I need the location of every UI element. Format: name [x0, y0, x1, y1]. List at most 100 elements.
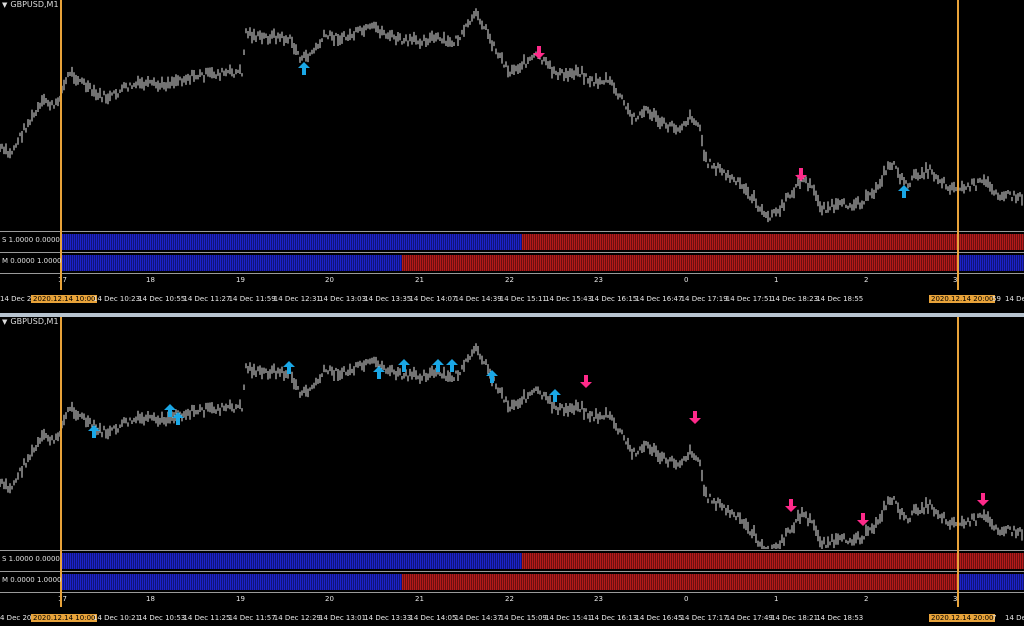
bull-bar [454, 553, 456, 569]
bear-bar [540, 553, 542, 569]
bear-bar [810, 574, 812, 590]
bear-bar [950, 234, 952, 250]
bear-bar [850, 234, 852, 250]
bear-bar [776, 255, 778, 271]
bull-bar [994, 255, 996, 271]
bull-bar [322, 574, 324, 590]
bottom-indicator-s-row[interactable]: S 1.0000 0.0000 [0, 552, 1024, 570]
bear-bar [982, 234, 984, 250]
bear-bar [800, 553, 802, 569]
bear-bar [808, 574, 810, 590]
bull-bar [336, 553, 338, 569]
bear-bar [768, 574, 770, 590]
time-label: 14 Dec 18:53 [816, 614, 864, 622]
time-label-highlight: 2020.12.14 10:00 [31, 295, 98, 303]
bear-bar [936, 553, 938, 569]
bull-bar [264, 553, 266, 569]
bull-bar [976, 255, 978, 271]
bear-bar [474, 574, 476, 590]
top-session-line-right[interactable] [957, 0, 959, 290]
bull-bar [158, 255, 160, 271]
bull-bar [438, 553, 440, 569]
bear-bar [894, 574, 896, 590]
bull-bar [962, 574, 964, 590]
bull-bar [374, 553, 376, 569]
bull-bar [428, 234, 430, 250]
top-chart-pane[interactable]: ▼ GBPUSD,M1 S 1.0000 0.0000 M 0.0000 1.00… [0, 0, 1024, 313]
bear-bar [568, 553, 570, 569]
bear-bar [598, 574, 600, 590]
bear-bar [528, 574, 530, 590]
bull-bar [214, 234, 216, 250]
bear-bar [618, 234, 620, 250]
bull-bar [110, 234, 112, 250]
bull-bar [300, 234, 302, 250]
bull-bar [84, 553, 86, 569]
bear-bar [472, 255, 474, 271]
bull-bar [328, 255, 330, 271]
bull-bar [984, 574, 986, 590]
bull-bar [132, 574, 134, 590]
bull-bar [196, 234, 198, 250]
hour-label: 23 [594, 276, 603, 284]
bear-bar [842, 255, 844, 271]
top-indicator-m-row[interactable]: M 0.0000 1.0000 [0, 254, 1024, 272]
bull-bar [128, 553, 130, 569]
top-indicator-s-row[interactable]: S 1.0000 0.0000 [0, 233, 1024, 251]
bear-bar [476, 574, 478, 590]
bear-bar [552, 574, 554, 590]
bear-bar [810, 255, 812, 271]
bull-bar [520, 553, 522, 569]
bull-bar [102, 574, 104, 590]
bear-bar [586, 255, 588, 271]
bull-bar [452, 234, 454, 250]
bull-bar [508, 234, 510, 250]
bottom-indicator-m-row[interactable]: M 0.0000 1.0000 [0, 573, 1024, 591]
bull-bar [142, 234, 144, 250]
bear-bar [858, 255, 860, 271]
bull-bar [144, 574, 146, 590]
bear-bar [972, 234, 974, 250]
bear-bar [786, 553, 788, 569]
bear-bar [928, 255, 930, 271]
bear-bar [484, 255, 486, 271]
bull-bar [64, 234, 66, 250]
bear-bar [844, 255, 846, 271]
bull-bar [504, 553, 506, 569]
bear-bar [434, 255, 436, 271]
bear-bar [638, 234, 640, 250]
bear-bar [694, 574, 696, 590]
bull-bar [136, 574, 138, 590]
top-price-chart[interactable] [0, 0, 1024, 230]
bear-bar [704, 553, 706, 569]
bear-bar [608, 574, 610, 590]
bottom-price-chart[interactable] [0, 317, 1024, 549]
bull-bar [66, 553, 68, 569]
bull-bar [108, 574, 110, 590]
bull-bar [80, 574, 82, 590]
bull-bar [182, 255, 184, 271]
hour-label: 21 [415, 276, 424, 284]
bull-bar [396, 255, 398, 271]
bull-bar [350, 574, 352, 590]
bottom-session-line-right[interactable] [957, 317, 959, 607]
bull-bar [132, 255, 134, 271]
bull-bar [1010, 255, 1012, 271]
bottom-session-line-left[interactable] [60, 317, 62, 607]
bull-bar [432, 553, 434, 569]
bull-bar [396, 234, 398, 250]
bear-bar [940, 574, 942, 590]
bull-bar [228, 574, 230, 590]
hour-label: 20 [325, 595, 334, 603]
bear-bar [942, 574, 944, 590]
bear-bar [690, 553, 692, 569]
bear-bar [878, 553, 880, 569]
bear-bar [772, 255, 774, 271]
bear-bar [732, 234, 734, 250]
bull-bar [442, 234, 444, 250]
top-session-line-left[interactable] [60, 0, 62, 290]
bear-bar [826, 234, 828, 250]
bottom-chart-pane[interactable]: ▼ GBPUSD,M1 S 1.0000 0.0000 M 0.0000 1.00… [0, 317, 1024, 626]
bull-bar [84, 255, 86, 271]
bear-bar [776, 234, 778, 250]
